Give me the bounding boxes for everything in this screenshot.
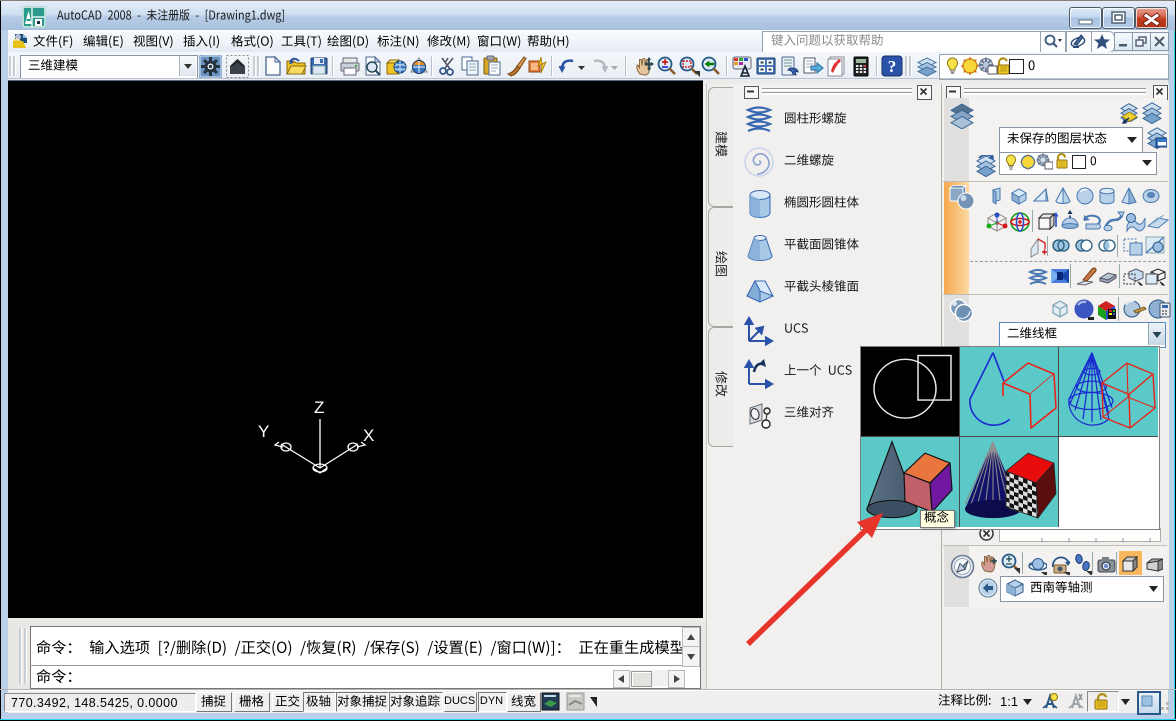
svg-text:?: ? <box>888 57 897 76</box>
